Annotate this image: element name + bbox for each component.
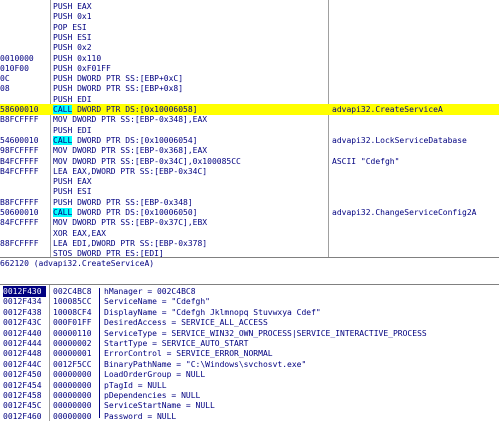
stack-row[interactable]: 0012F448 00000001 ErrorControl = SERVICE_E… [0, 348, 499, 359]
stack-address: 0012F434 [3, 297, 42, 307]
stack-value: 00000000 [53, 411, 92, 421]
stack-comment: pTagId = NULL [104, 380, 167, 390]
stack-row[interactable]: 0012F440 00000110 ServiceType = SERVICE_WI… [0, 328, 499, 339]
stack-address: 0012F440 [3, 328, 42, 338]
stack-value: 00000001 [53, 349, 92, 359]
pane-splitter[interactable] [0, 271, 499, 285]
stack-address: 0012F454 [3, 380, 42, 390]
stack-address: 0012F45C [3, 401, 42, 411]
stack-value: 100085CC [53, 297, 92, 307]
stack-row[interactable]: 0012F458 00000000 pDependencies = NULL [0, 390, 499, 401]
stack-value: 00000000 [53, 370, 92, 380]
stack-row[interactable]: 0012F444 00000002 StartType = SERVICE_AUTO… [0, 338, 499, 349]
stack-value: 00000000 [53, 391, 92, 400]
stack-comment: hManager = 002C4BC8 [104, 287, 196, 296]
stack-address: 0012F44C [3, 359, 42, 369]
stack-row[interactable]: 0012F460 00000000 Password = NULL [0, 411, 499, 421]
stack-row[interactable]: 0012F454 00000000 pTagId = NULL [0, 380, 499, 391]
stack-value: 00000000 [53, 401, 92, 411]
stack-address: 0012F430 [3, 286, 46, 297]
stack-comment: pDependencies = NULL [104, 391, 201, 400]
stack-comment: BinaryPathName = "C:\Windows\svchosvt.ex… [104, 359, 307, 369]
stack-comment: StartType = SERVICE_AUTO_START [104, 339, 249, 348]
stack-row[interactable]: 0012F450 00000000 LoadOrderGroup = NULL [0, 369, 499, 380]
stack-comment: ErrorControl = SERVICE_ERROR_NORMAL [104, 349, 273, 359]
stack-value: 00000002 [53, 339, 92, 348]
call-operand: DWORD PTR DS:[0x10006054] [72, 135, 198, 145]
stack-value: 00000000 [53, 380, 92, 390]
call-operand: DWORD PTR DS:[0x10006050] [72, 208, 198, 217]
stack-address: 0012F458 [3, 391, 42, 400]
stack-row[interactable]: 0012F434 100085CC ServiceName = "Cdefgh" [0, 296, 499, 307]
stack-address: 0012F460 [3, 411, 42, 421]
call-mnemonic: CALL [53, 135, 73, 145]
call-mnemonic: CALL [53, 105, 73, 114]
stack-value: 002C4BC8 [53, 287, 92, 296]
stack-address: 0012F438 [3, 307, 42, 317]
info-bar: 662120 (advapi32.CreateServiceA) [0, 257, 499, 272]
disasm-row[interactable]: STOS DWORD PTR ES:[EDI] [0, 248, 499, 257]
stack-comment: Password = NULL [104, 411, 177, 421]
stack-address: 0012F450 [3, 370, 42, 380]
stack-row[interactable]: 0012F44C 0012F5CC BinaryPathName = "C:\Win… [0, 359, 499, 370]
stack-comment: LoadOrderGroup = NULL [104, 370, 206, 380]
stack-comment: ServiceStartName = NULL [104, 401, 215, 411]
call-mnemonic: CALL [53, 208, 73, 217]
stack-pane[interactable]: 0012F430 002C4BC8 hManager = 002C4BC8 0012F… [0, 285, 499, 421]
stack-comment: DisplayName = "Cdefgh Jklmnopq Stuvwxya … [104, 307, 321, 317]
stack-address: 0012F448 [3, 349, 42, 359]
stack-comment: DesiredAccess = SERVICE_ALL_ACCESS [104, 318, 268, 328]
stack-value: 0012F5CC [53, 359, 92, 369]
stack-address: 0012F43C [3, 318, 42, 328]
disassembly-pane[interactable]: PUSH EAX PUSH 0x1 POP ESI PUSH ESI PUSH 0x2 0… [0, 0, 499, 257]
stack-row[interactable]: 0012F430 002C4BC8 hManager = 002C4BC8 [0, 286, 499, 297]
stack-row[interactable]: 0012F43C 000F01FF DesiredAccess = SERVICE_… [0, 317, 499, 328]
instruction: STOS DWORD PTR ES:[EDI] [53, 249, 164, 257]
stack-comment: ServiceName = "Cdefgh" [104, 297, 210, 307]
stack-comment: ServiceType = SERVICE_WIN32_OWN_PROCESS|… [104, 328, 427, 338]
call-operand: DWORD PTR DS:[0x10006058] [72, 105, 198, 114]
stack-row[interactable]: 0012F438 10008CF4 DisplayName = "Cdefgh Jk… [0, 307, 499, 318]
stack-value: 00000110 [53, 328, 92, 338]
stack-row[interactable]: 0012F45C 00000000 ServiceStartName = NULL [0, 400, 499, 411]
stack-value: 10008CF4 [53, 307, 92, 317]
info-text: 662120 (advapi32.CreateServiceA) [0, 259, 155, 268]
stack-value: 000F01FF [53, 318, 92, 328]
stack-address: 0012F444 [3, 339, 42, 348]
